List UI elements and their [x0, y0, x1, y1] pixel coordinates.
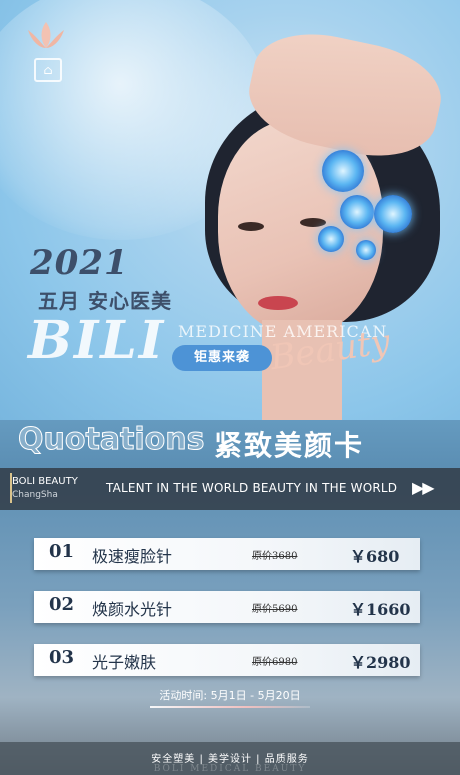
item-name: 光子嫩肤	[92, 653, 157, 672]
right-eye	[300, 218, 326, 227]
original-price: 原价3680	[252, 551, 298, 562]
item-index: 02	[49, 594, 75, 615]
brand-name: BOLI BEAUTY	[12, 476, 78, 487]
double-arrow-icon: ▶▶	[412, 478, 435, 497]
brand-city: ChangSha	[12, 490, 58, 500]
original-price: 原价5690	[252, 604, 298, 615]
flower-icon	[322, 150, 364, 192]
flower-icon	[356, 240, 376, 260]
sale-price: ￥2980	[350, 653, 411, 672]
year-title: 2021	[30, 243, 129, 283]
card-title: 紧致美颜卡	[214, 429, 365, 462]
flower-icon	[374, 195, 412, 233]
footer-watermark: BOLI MEDICAL BEAUTY	[153, 764, 307, 774]
poster: ⌂ 2021 五月 安心医美 BILI MEDICINE AMERICAN Be…	[0, 0, 460, 775]
tagline: TALENT IN THE WORLD BEAUTY IN THE WORLD	[106, 481, 398, 495]
item-index: 01	[49, 541, 75, 562]
price-row: 02 焕颜水光针 原价5690 ￥1660	[34, 591, 420, 623]
left-eye	[238, 222, 264, 231]
flower-icon	[340, 195, 374, 229]
lotus-icon	[28, 22, 64, 48]
event-period: 活动时间: 5月1日 - 5月20日	[150, 688, 310, 710]
logo-mark: ⌂	[34, 58, 62, 82]
price-row: 01 极速瘦脸针 原价3680 ￥680	[34, 538, 420, 570]
flower-icon	[318, 226, 344, 252]
lips	[258, 296, 298, 310]
quotations-heading: Quotations	[18, 422, 206, 458]
footer-slogan: 安全塑美 | 美学设计 | 品质服务	[151, 754, 309, 765]
item-name: 极速瘦脸针	[92, 547, 173, 566]
price-row: 03 光子嫩肤 原价6980 ￥2980	[34, 644, 420, 676]
sale-price: ￥1660	[350, 600, 411, 619]
promo-tag: 钜惠来袭	[172, 345, 272, 371]
item-index: 03	[49, 647, 75, 668]
event-underline	[150, 706, 310, 708]
item-name: 焕颜水光针	[92, 600, 173, 619]
brand-wordmark: BILI	[28, 310, 166, 371]
sale-price: ￥680	[350, 547, 400, 566]
event-text: 活动时间: 5月1日 - 5月20日	[159, 689, 301, 702]
original-price: 原价6980	[252, 657, 298, 668]
brand-logo: ⌂	[22, 20, 70, 82]
